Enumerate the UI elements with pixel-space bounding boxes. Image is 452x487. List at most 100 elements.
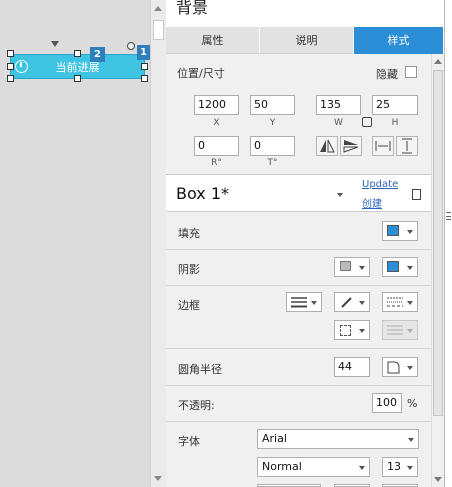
font-weight-select[interactable]: Normal	[257, 457, 370, 477]
divider	[166, 421, 431, 422]
y-input[interactable]: 50	[250, 95, 295, 115]
resize-handle-bc[interactable]	[74, 75, 81, 82]
panel-vertical-scrollbar[interactable]	[431, 54, 444, 487]
chevron-down-icon[interactable]	[337, 193, 343, 197]
dashed-line-icon	[387, 297, 403, 307]
border-box-icon	[340, 325, 351, 336]
shadow-color-swatch	[387, 261, 399, 272]
flip-vertical-button[interactable]	[340, 136, 362, 156]
scroll-up-icon[interactable]	[154, 6, 162, 11]
border-visibility-picker[interactable]	[334, 320, 370, 340]
flip-vertical-icon	[343, 140, 359, 153]
border-color-picker[interactable]	[334, 292, 370, 312]
x-label: X	[213, 118, 220, 128]
inspector-tabs: 属性 说明 样式	[166, 27, 444, 54]
tab-properties[interactable]: 属性	[166, 27, 260, 54]
font-family-select[interactable]: Arial	[257, 429, 419, 449]
resize-handle-ml[interactable]	[7, 63, 14, 70]
divider	[166, 385, 431, 386]
grip-icon[interactable]	[446, 212, 451, 220]
rotation-input[interactable]: 0	[194, 136, 239, 156]
corner-radius-label: 圆角半径	[178, 363, 222, 376]
scroll-down-icon[interactable]	[434, 477, 442, 482]
flip-horizontal-icon	[320, 139, 335, 153]
shadow-icon	[340, 261, 351, 271]
w-label: W	[334, 118, 343, 128]
divider	[166, 285, 431, 286]
corner-style-picker[interactable]	[382, 357, 418, 377]
scroll-down-icon[interactable]	[154, 476, 162, 481]
widget-text: 当前进展	[55, 61, 100, 74]
footnote-marker[interactable]: 1	[137, 45, 150, 60]
rotation-handle[interactable]	[127, 42, 135, 50]
border-width-picker[interactable]	[286, 292, 322, 312]
h-label: H	[391, 118, 399, 128]
distribute-vertical-button[interactable]	[396, 136, 418, 156]
arrow-style-picker	[382, 320, 418, 340]
lock-ratio-icon[interactable]	[362, 117, 372, 127]
resize-handle-bl[interactable]	[7, 75, 14, 82]
divider	[166, 348, 431, 349]
distribute-horizontal-button[interactable]	[372, 136, 394, 156]
scroll-thumb[interactable]	[153, 20, 164, 40]
font-weight-value: Normal	[262, 460, 302, 473]
line-weight-icon	[291, 297, 307, 308]
divider	[166, 249, 431, 250]
triangle-handle-icon[interactable]	[51, 41, 59, 47]
text-rotation-input[interactable]: 0	[250, 136, 295, 156]
tab-style[interactable]: 样式	[354, 27, 444, 54]
resize-handle-tl[interactable]	[7, 50, 14, 57]
shadow-color-picker[interactable]	[382, 257, 418, 277]
hide-checkbox[interactable]	[405, 66, 417, 78]
chevron-down-icon	[408, 438, 414, 442]
panel-title: 背景	[176, 0, 209, 17]
interaction-marker[interactable]: 2	[90, 47, 105, 62]
position-size-label: 位置/尺寸	[177, 67, 225, 80]
arrow-style-icon	[387, 325, 403, 335]
scroll-thumb[interactable]	[433, 70, 443, 416]
y-label: Y	[269, 118, 276, 128]
rotation-label: R°	[211, 158, 222, 168]
hide-label: 隐藏	[376, 68, 398, 81]
resize-handle-tc[interactable]	[74, 50, 81, 57]
chevron-down-icon	[407, 230, 413, 234]
style-selector[interactable]: Box 1* Update 创建	[166, 174, 431, 212]
opacity-label: 不透明:	[178, 399, 215, 412]
style-manager-icon[interactable]	[412, 189, 421, 200]
border-label: 边框	[178, 299, 200, 312]
corner-radius-input[interactable]: 44	[334, 357, 370, 377]
shadow-style-picker[interactable]	[334, 257, 370, 277]
panel-header: 背景	[166, 0, 444, 27]
font-family-value: Arial	[262, 432, 287, 445]
chevron-down-icon	[407, 266, 413, 270]
scroll-up-icon[interactable]	[434, 59, 442, 64]
width-input[interactable]: 135	[316, 95, 361, 115]
font-size-select[interactable]: 13	[382, 457, 418, 477]
panel-resize-edge[interactable]	[444, 0, 452, 487]
fill-color-swatch	[387, 225, 399, 236]
flip-horizontal-button[interactable]	[316, 136, 338, 156]
fill-label: 填充	[178, 227, 200, 240]
resize-handle-mr[interactable]	[141, 63, 148, 70]
font-size-value: 13	[387, 460, 401, 473]
x-input[interactable]: 1200	[194, 95, 239, 115]
opacity-input[interactable]: 100	[372, 393, 402, 413]
distribute-vertical-icon	[402, 138, 412, 154]
chevron-down-icon	[407, 301, 413, 305]
update-style-link[interactable]: Update	[362, 179, 398, 190]
chevron-down-icon	[407, 329, 413, 333]
opacity-unit: %	[407, 397, 418, 410]
text-rotation-label: T°	[267, 158, 278, 168]
tab-notes[interactable]: 说明	[260, 27, 354, 54]
style-name: Box 1*	[176, 184, 230, 203]
border-pattern-picker[interactable]	[382, 292, 418, 312]
chevron-down-icon	[407, 366, 413, 370]
resize-handle-br[interactable]	[141, 75, 148, 82]
pencil-icon	[341, 297, 352, 308]
create-style-link[interactable]: 创建	[362, 195, 382, 210]
fill-color-picker[interactable]	[382, 221, 418, 241]
canvas-vertical-scrollbar[interactable]	[150, 0, 166, 487]
chevron-down-icon	[359, 466, 365, 470]
height-input[interactable]: 25	[372, 95, 418, 115]
font-label: 字体	[178, 435, 200, 448]
